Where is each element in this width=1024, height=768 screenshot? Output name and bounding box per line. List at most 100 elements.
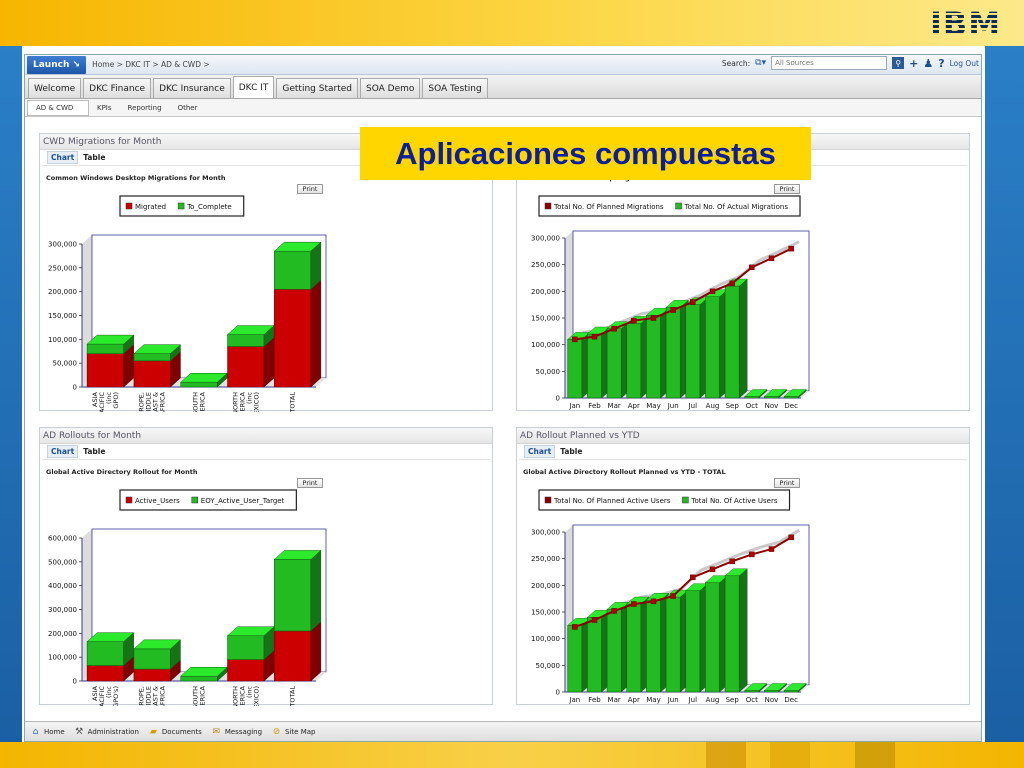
legend-swatch [544, 496, 552, 504]
bar [665, 596, 681, 693]
y-tick-label: 50,000 [536, 662, 561, 670]
legend-swatch [544, 202, 552, 210]
breadcrumb[interactable]: Home > DKC IT > AD & CWD > [92, 60, 210, 69]
bar-segment [227, 346, 265, 388]
tab-soa-demo[interactable]: SOA Demo [359, 78, 421, 98]
search-icon[interactable]: ⚲ [892, 57, 905, 69]
nav-documents[interactable]: ▰ Documents [148, 727, 202, 737]
decor-key-icon [770, 742, 810, 768]
x-tick-label: Oct [746, 402, 758, 410]
tab-getting-started[interactable]: Getting Started [276, 78, 358, 98]
bar [685, 590, 701, 693]
bar [606, 609, 622, 693]
subtab-reporting[interactable]: Reporting [120, 104, 170, 112]
bar-side [739, 568, 748, 693]
bar [567, 339, 583, 399]
chart-canvas: Active_Users EOY_Active_User_Target 0 100,0… [48, 489, 327, 706]
legend-entry: Total No. Of Actual Migrations [684, 203, 789, 211]
x-tick-label: Mar [608, 696, 621, 704]
x-tick-label: Apr [628, 402, 640, 410]
wrench-icon: ⚒ [75, 726, 84, 737]
tab-soa-testing[interactable]: SOA Testing [422, 78, 488, 98]
x-tick-label: AMERICA [199, 685, 207, 706]
bar [724, 285, 740, 399]
tab-welcome[interactable]: Welcome [28, 78, 82, 98]
bar [646, 315, 661, 399]
user-icon[interactable]: ♟ [923, 57, 933, 70]
y-tick-label: 500,000 [48, 558, 77, 566]
search-scope-icon[interactable]: ⧉▾ [755, 58, 766, 68]
subtab-kpis[interactable]: KPIs [89, 104, 120, 112]
legend-swatch [682, 496, 689, 504]
add-icon[interactable]: + [909, 57, 918, 70]
bar [626, 603, 642, 693]
portlet-ad-planned-vs-ytd: AD Rollout Planned vs YTD Chart Table Gl… [516, 427, 970, 705]
bar [764, 396, 779, 399]
bar [665, 307, 681, 399]
bar-segment [133, 668, 171, 682]
legend-swatch [191, 496, 199, 504]
x-tick-label: Sep [726, 402, 740, 410]
legend-swatch [125, 202, 133, 210]
tab-dkc-finance[interactable]: DKC Finance [83, 78, 152, 98]
y-tick-label: 300,000 [48, 241, 77, 249]
line-point [709, 288, 716, 295]
y-tick-label: 50,000 [536, 368, 561, 376]
y-tick-label: 200,000 [48, 288, 77, 296]
logout-link[interactable]: Log Out [950, 59, 979, 68]
bar-segment [227, 334, 265, 347]
bar [705, 296, 720, 399]
x-tick-label: AFRICA [159, 391, 167, 412]
bar-segment [133, 360, 171, 388]
x-tick-label: Feb [588, 696, 601, 704]
line-point [650, 315, 657, 321]
legend-entry: EOY_Active_User_Target [201, 497, 285, 505]
bar-segment [86, 353, 124, 388]
line-point [631, 601, 637, 607]
portlet-ad-rollouts: AD Rollouts for Month Chart Table Global… [39, 427, 493, 706]
tab-dkc-insurance[interactable]: DKC Insurance [153, 78, 231, 98]
x-tick-label: GPO's) [112, 686, 120, 706]
nav-home[interactable]: ⌂ Home [30, 727, 65, 737]
x-tick-label: GPO) [112, 392, 120, 409]
help-icon[interactable]: ? [938, 57, 944, 70]
folder-icon: ▰ [149, 726, 157, 737]
x-tick-label: TOTAL [289, 686, 297, 706]
home-icon: ⌂ [32, 726, 39, 737]
y-tick-label: 0 [73, 384, 77, 392]
y-tick-label: 100,000 [531, 635, 560, 643]
decor-chart-icon [706, 742, 746, 768]
nav-label: Administration [87, 727, 139, 736]
bar-segment [274, 630, 312, 682]
nav-label: Messaging [224, 727, 263, 736]
search-input[interactable] [771, 56, 888, 70]
sub-tab-bar: AD & CWD KPIs Reporting Other [25, 99, 981, 117]
x-tick-label: Dec [784, 696, 798, 704]
y-tick-label: 400,000 [48, 582, 77, 590]
bar-segment [133, 648, 171, 670]
line-point [591, 617, 598, 623]
subtab-other[interactable]: Other [170, 104, 206, 112]
bar [764, 690, 779, 693]
y-tick-label: 250,000 [531, 555, 560, 563]
subtab-ad-cwd[interactable]: AD & CWD [27, 99, 89, 116]
ibm-logo: IBM [930, 5, 1002, 43]
legend-entry: To_Complete [186, 203, 232, 211]
x-tick-label: Jun [667, 402, 679, 410]
x-tick-label: Jul [688, 402, 698, 410]
launch-button[interactable]: Launch ↘ [27, 55, 87, 74]
x-tick-label: Dec [784, 402, 798, 410]
y-tick-label: 250,000 [48, 264, 77, 272]
tab-dkc-it[interactable]: DKC IT [232, 76, 275, 98]
nav-site-map[interactable]: ⊘ Site Map [271, 727, 316, 737]
slide-right-band [985, 46, 1024, 746]
nav-administration[interactable]: ⚒ Administration [74, 727, 139, 737]
main-tab-bar: Welcome DKC Finance DKC Insurance DKC IT… [25, 75, 981, 99]
y-tick-label: 50,000 [53, 360, 78, 368]
slide-overlay-title: Aplicaciones compuestas [360, 127, 811, 180]
line-point [690, 574, 696, 581]
nav-messaging[interactable]: ✉ Messaging [211, 727, 262, 737]
inbox-icon: ✉ [212, 726, 221, 737]
launch-arrow-icon: ↘ [72, 59, 81, 70]
bar [783, 396, 799, 399]
